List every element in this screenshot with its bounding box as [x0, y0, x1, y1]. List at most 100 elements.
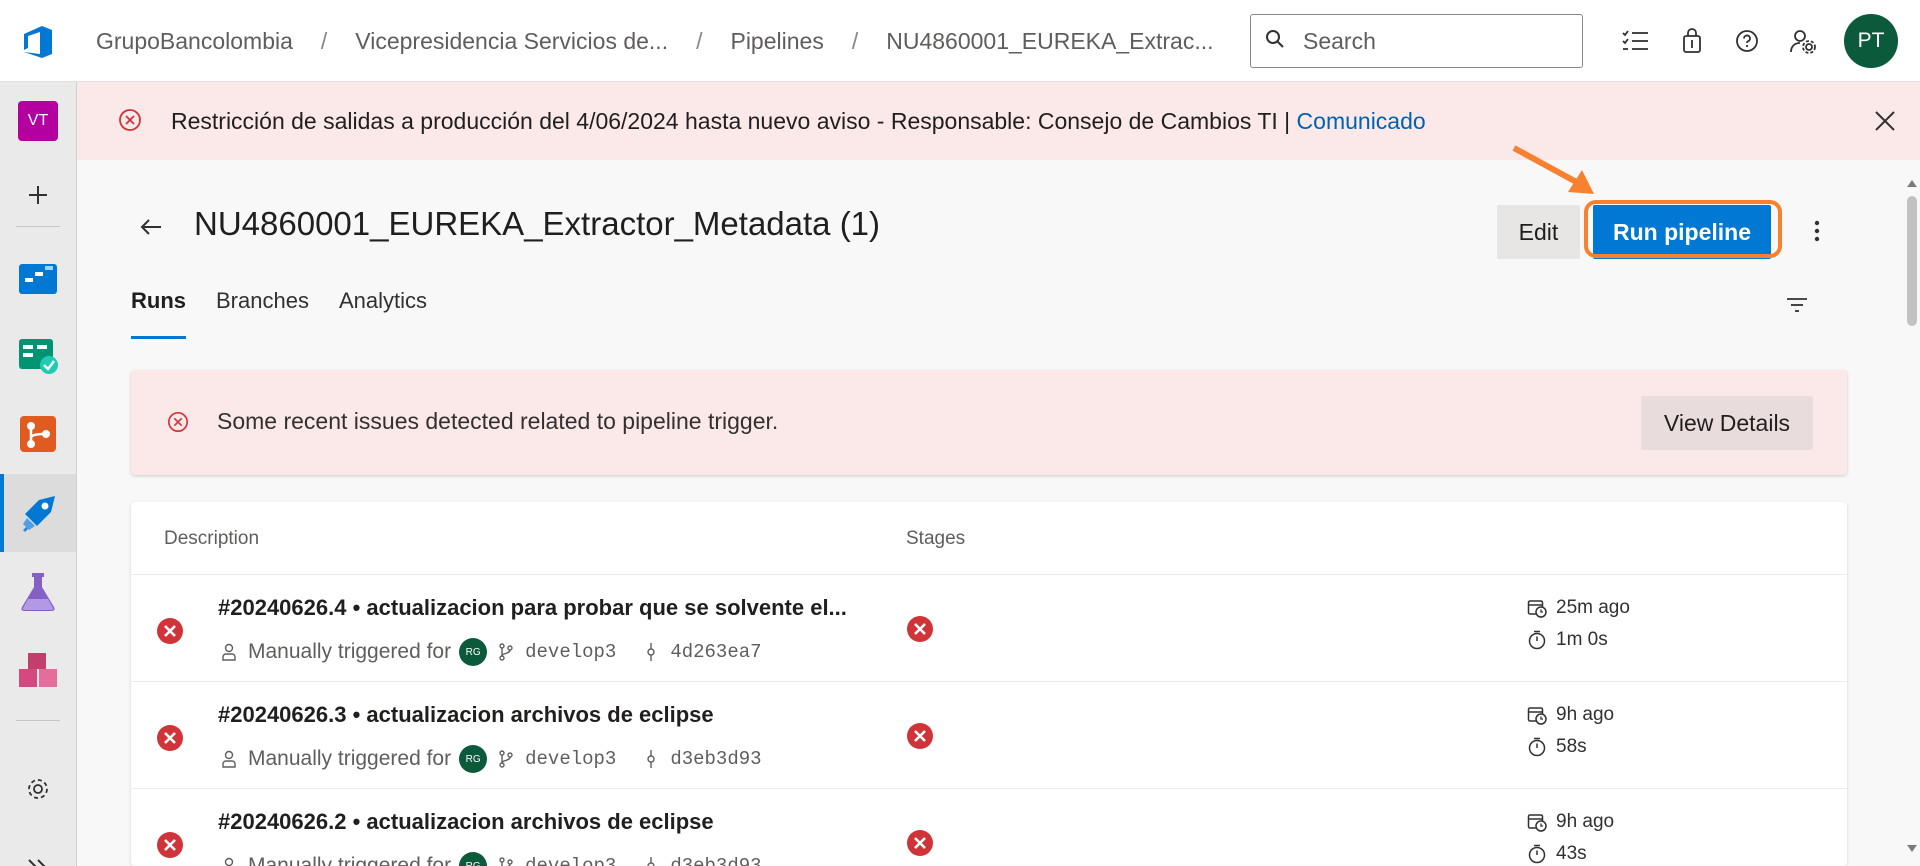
commit-hash[interactable]: 4d263ea7 — [670, 641, 761, 663]
breadcrumb-pipelines[interactable]: Pipelines — [730, 28, 823, 55]
test-plans-icon[interactable] — [0, 553, 76, 631]
trigger-text: Manually triggered for — [248, 747, 452, 770]
branch-name[interactable]: develop3 — [525, 641, 616, 663]
azure-devops-logo-icon[interactable] — [18, 22, 58, 62]
run-title[interactable]: #20240626.4 • actualizacion para probar … — [218, 595, 847, 621]
repos-icon[interactable] — [0, 395, 76, 473]
column-header-stages: Stages — [906, 528, 966, 549]
calendar-clock-icon — [1526, 704, 1548, 726]
failed-status-icon — [156, 617, 184, 645]
rail-divider — [16, 720, 60, 721]
breadcrumb-separator: / — [851, 27, 859, 54]
artifacts-icon[interactable] — [0, 632, 76, 710]
project-initials: VT — [18, 101, 58, 141]
user-avatar[interactable]: PT — [1844, 14, 1898, 68]
filter-icon[interactable] — [1780, 288, 1814, 322]
run-title[interactable]: #20240626.2 • actualizacion archivos de … — [218, 809, 714, 835]
search-input[interactable] — [1303, 27, 1553, 55]
project-avatar[interactable]: VT — [0, 82, 76, 160]
search-box[interactable] — [1250, 14, 1583, 68]
trigger-text: Manually triggered for — [248, 640, 452, 663]
boards-icon[interactable] — [0, 316, 76, 394]
run-title[interactable]: #20240626.3 • actualizacion archivos de … — [218, 702, 714, 728]
banner-text: Restricción de salidas a producción del … — [171, 107, 1297, 134]
rail-divider — [16, 226, 60, 227]
error-circle-icon — [118, 108, 142, 137]
avatar: RG — [459, 745, 488, 773]
run-pipeline-button[interactable]: Run pipeline — [1593, 205, 1771, 259]
breadcrumb-pipeline[interactable]: NU4860001_EUREKA_Extrac... — [886, 28, 1213, 55]
overview-icon[interactable] — [0, 237, 76, 315]
user-settings-icon[interactable] — [1786, 24, 1820, 58]
breadcrumb-project[interactable]: Vicepresidencia Servicios de... — [355, 28, 668, 55]
run-duration-value: 43s — [1556, 843, 1587, 864]
tab-analytics[interactable]: Analytics — [339, 288, 427, 339]
tab-branches[interactable]: Branches — [216, 288, 309, 339]
failed-status-icon — [156, 724, 184, 752]
run-time: 9h ago — [1526, 704, 1614, 726]
commit-icon — [640, 641, 662, 663]
scroll-thumb[interactable] — [1907, 196, 1917, 326]
person-icon — [218, 641, 240, 663]
person-icon — [218, 855, 240, 866]
failed-status-icon — [156, 831, 184, 859]
banner-message: Restricción de salidas a producción del … — [171, 108, 1426, 135]
trigger-issue-card: Some recent issues detected related to p… — [131, 370, 1847, 475]
project-settings-gear-icon[interactable] — [0, 750, 76, 828]
run-duration: 1m 0s — [1526, 629, 1608, 651]
view-details-button[interactable]: View Details — [1641, 396, 1813, 450]
run-when: 9h ago — [1556, 811, 1615, 832]
run-meta: Manually triggered for RG develop3 4d263… — [218, 637, 762, 667]
run-duration: 58s — [1526, 736, 1587, 758]
marketplace-bag-icon[interactable] — [1675, 24, 1709, 58]
task-list-icon[interactable] — [1618, 24, 1652, 58]
scroll-down-icon[interactable] — [1907, 840, 1917, 858]
table-row[interactable]: #20240626.2 • actualizacion archivos de … — [131, 789, 1847, 866]
person-icon — [218, 748, 240, 770]
table-row[interactable]: #20240626.4 • actualizacion para probar … — [131, 575, 1847, 682]
avatar: RG — [459, 852, 488, 866]
run-time: 9h ago — [1526, 811, 1614, 833]
breadcrumb-separator: / — [696, 27, 703, 54]
announcement-banner: Restricción de salidas a producción del … — [77, 82, 1920, 160]
branch-name[interactable]: develop3 — [525, 748, 616, 770]
issue-message: Some recent issues detected related to p… — [217, 408, 779, 434]
expand-chevron-icon[interactable] — [0, 828, 76, 866]
stage-failed-icon[interactable] — [906, 829, 934, 857]
commit-hash[interactable]: d3eb3d93 — [670, 855, 761, 866]
tab-runs[interactable]: Runs — [131, 288, 186, 339]
scroll-up-icon[interactable] — [1907, 174, 1917, 192]
tab-bar: Runs Branches Analytics — [131, 288, 457, 339]
close-icon[interactable] — [1868, 104, 1902, 138]
add-icon[interactable] — [0, 156, 76, 234]
run-meta: Manually triggered for RG develop3 d3eb3… — [218, 744, 762, 774]
run-duration: 43s — [1526, 843, 1587, 865]
back-arrow-icon[interactable] — [134, 210, 168, 244]
run-duration-value: 1m 0s — [1556, 629, 1608, 650]
breadcrumb-separator: / — [320, 27, 328, 54]
left-navigation-rail: VT — [0, 82, 77, 866]
commit-hash[interactable]: d3eb3d93 — [670, 748, 761, 770]
more-options-icon[interactable] — [1800, 214, 1834, 248]
branch-name[interactable]: develop3 — [525, 855, 616, 866]
run-when: 25m ago — [1556, 597, 1630, 618]
search-icon — [1265, 29, 1285, 54]
table-row[interactable]: #20240626.3 • actualizacion archivos de … — [131, 682, 1847, 789]
trigger-text: Manually triggered for — [248, 854, 452, 866]
help-icon[interactable] — [1730, 24, 1764, 58]
pipelines-icon[interactable] — [0, 474, 76, 552]
commit-icon — [640, 855, 662, 866]
stage-failed-icon[interactable] — [906, 615, 934, 643]
error-circle-icon — [167, 411, 189, 438]
vertical-scrollbar[interactable] — [1904, 172, 1920, 866]
breadcrumb-org[interactable]: GrupoBancolombia — [96, 28, 293, 55]
stage-failed-icon[interactable] — [906, 722, 934, 750]
banner-link[interactable]: Comunicado — [1297, 108, 1426, 134]
breadcrumb: GrupoBancolombia / Vicepresidencia Servi… — [96, 0, 1214, 82]
run-meta: Manually triggered for RG develop3 d3eb3… — [218, 851, 762, 866]
commit-icon — [640, 748, 662, 770]
edit-button[interactable]: Edit — [1497, 205, 1580, 259]
avatar: RG — [459, 638, 488, 666]
run-when: 9h ago — [1556, 704, 1615, 725]
calendar-clock-icon — [1526, 811, 1548, 833]
